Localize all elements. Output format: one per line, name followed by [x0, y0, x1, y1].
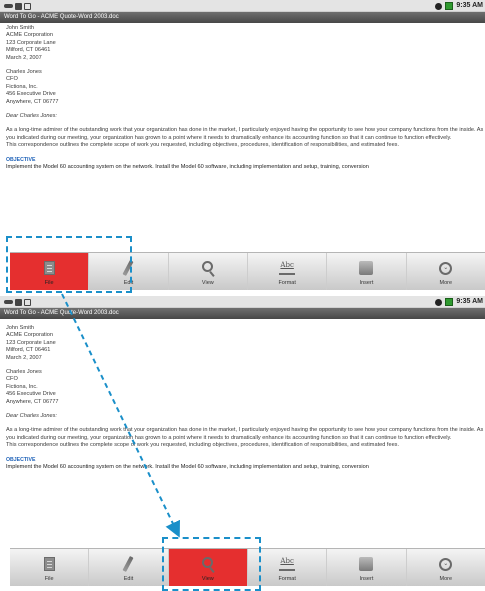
callout-arrow [61, 293, 180, 538]
tutorial-figure: 9:35 AM Word To Go - ACME Quote-Word 200… [0, 0, 485, 591]
arrow-line [61, 293, 180, 538]
